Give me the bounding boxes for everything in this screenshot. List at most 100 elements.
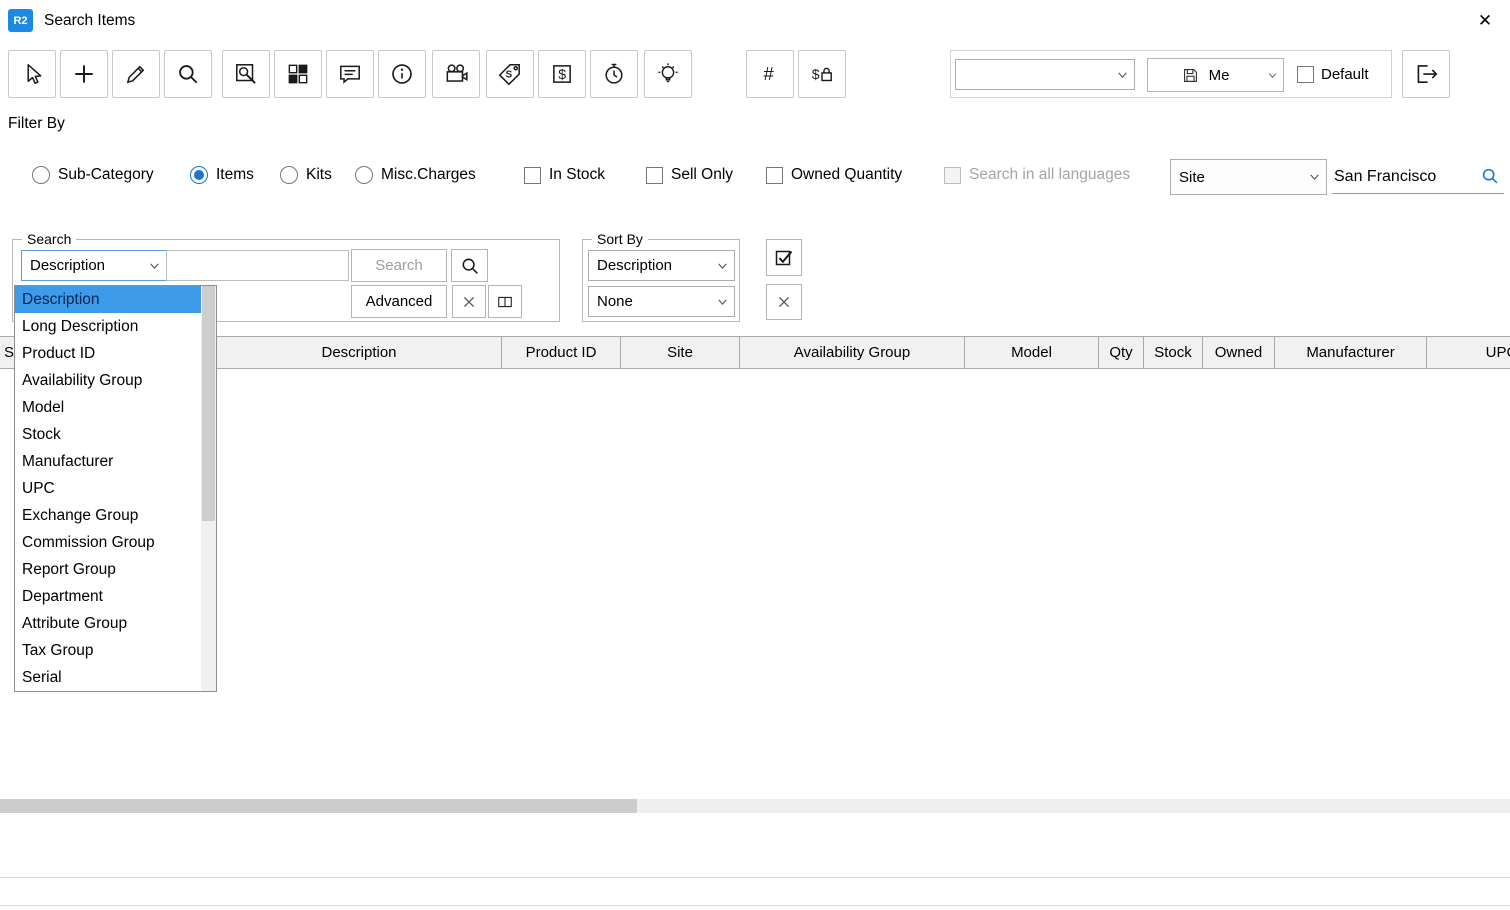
- site-search-icon[interactable]: [1480, 166, 1502, 188]
- horizontal-scrollbar-thumb[interactable]: [0, 799, 637, 813]
- save-view-button[interactable]: Me: [1147, 58, 1263, 92]
- save-icon: [1181, 66, 1200, 85]
- site-filter-combo[interactable]: Site: [1170, 159, 1327, 195]
- svg-text:#: #: [764, 63, 775, 84]
- column-header[interactable]: Model: [965, 336, 1099, 369]
- close-button[interactable]: ✕: [1472, 8, 1498, 34]
- filter-by-label: Filter By: [8, 115, 65, 133]
- camera-button[interactable]: [432, 50, 480, 98]
- dropdown-scrollbar-thumb[interactable]: [202, 286, 215, 521]
- sort-secondary-combo[interactable]: None: [588, 286, 735, 317]
- comment-icon: [337, 61, 363, 87]
- sort-primary-value: Description: [597, 257, 672, 274]
- filter-checkbox[interactable]: Sell Only: [646, 163, 733, 187]
- dropdown-option[interactable]: Manufacturer: [15, 448, 201, 475]
- svg-text:$: $: [812, 66, 820, 82]
- filter-checkbox[interactable]: Search in all languages: [944, 163, 1130, 187]
- sort-clear-button[interactable]: [766, 284, 802, 320]
- dropdown-option[interactable]: Serial: [15, 664, 201, 691]
- timer-button[interactable]: [590, 50, 638, 98]
- filter-checkbox[interactable]: Owned Quantity: [766, 163, 902, 187]
- column-header[interactable]: Owned: [1203, 336, 1275, 369]
- search-field-dropdown-list: Description Long Description Product ID …: [14, 285, 217, 692]
- plus-icon: [71, 61, 97, 87]
- dropdown-option[interactable]: Attribute Group: [15, 610, 201, 637]
- save-view-dropdown[interactable]: [1262, 58, 1284, 92]
- sort-secondary-value: None: [597, 293, 633, 310]
- dropdown-option[interactable]: UPC: [15, 475, 201, 502]
- search-window-button[interactable]: [222, 50, 270, 98]
- dropdown-option[interactable]: Exchange Group: [15, 502, 201, 529]
- dropdown-scrollbar[interactable]: [201, 286, 216, 691]
- exit-button[interactable]: [1402, 50, 1450, 98]
- serial-number-button[interactable]: #: [746, 50, 794, 98]
- results-table-header: S Description Product ID Site Availabili…: [0, 336, 1510, 369]
- column-header[interactable]: Product ID: [502, 336, 621, 369]
- price-lock-button[interactable]: $: [798, 50, 846, 98]
- exit-icon: [1413, 61, 1439, 87]
- default-label: Default: [1321, 66, 1369, 83]
- tag-button[interactable]: S: [486, 50, 534, 98]
- default-checkbox[interactable]: Default: [1297, 66, 1369, 83]
- dropdown-option[interactable]: Product ID: [15, 340, 201, 367]
- dropdown-option[interactable]: Description: [15, 286, 201, 313]
- sort-primary-combo[interactable]: Description: [588, 250, 735, 281]
- dollar-lock-icon: $: [809, 61, 835, 87]
- dollar-badge-icon: $: [549, 61, 575, 87]
- x-icon: [774, 292, 794, 312]
- tips-button[interactable]: [644, 50, 692, 98]
- column-header[interactable]: Qty: [1099, 336, 1144, 369]
- search-query-input[interactable]: [166, 250, 349, 281]
- dropdown-option[interactable]: Tax Group: [15, 637, 201, 664]
- dropdown-option[interactable]: Department: [15, 583, 201, 610]
- dropdown-option[interactable]: Model: [15, 394, 201, 421]
- dropdown-option[interactable]: Stock: [15, 421, 201, 448]
- view-combo[interactable]: [955, 59, 1135, 90]
- search-mag-button[interactable]: [451, 249, 488, 282]
- chevron-down-icon: [716, 295, 729, 308]
- advanced-search-button[interactable]: Advanced: [351, 285, 447, 318]
- chevron-down-icon: [1116, 68, 1129, 81]
- quick-search-button[interactable]: [164, 50, 212, 98]
- search-icon: [459, 255, 481, 277]
- edit-item-button[interactable]: [112, 50, 160, 98]
- dropdown-option[interactable]: Long Description: [15, 313, 201, 340]
- info-button[interactable]: [378, 50, 426, 98]
- dropdown-option[interactable]: Report Group: [15, 556, 201, 583]
- price-tag-s-icon: S: [497, 61, 523, 87]
- search-expand-button[interactable]: [488, 285, 522, 318]
- pointer-tool-button[interactable]: [8, 50, 56, 98]
- checkbox-label: Owned Quantity: [791, 166, 902, 184]
- search-submit-button[interactable]: Search: [351, 249, 447, 282]
- search-window-icon: [233, 61, 259, 87]
- app-logo: R2: [8, 9, 33, 32]
- sort-apply-button[interactable]: [766, 239, 802, 276]
- column-header[interactable]: Site: [621, 336, 740, 369]
- site-search-field[interactable]: San Francisco: [1332, 160, 1504, 194]
- svg-text:S: S: [506, 69, 513, 80]
- column-header[interactable]: Description: [217, 336, 502, 369]
- pointer-icon: [19, 61, 45, 87]
- layout-button[interactable]: [274, 50, 322, 98]
- checkbox-icon: [944, 167, 961, 184]
- chevron-down-icon: [716, 259, 729, 272]
- checkbox-icon: [766, 167, 783, 184]
- notes-button[interactable]: [326, 50, 374, 98]
- add-item-button[interactable]: [60, 50, 108, 98]
- search-field-combo[interactable]: Description: [21, 250, 167, 281]
- column-header[interactable]: Stock: [1144, 336, 1203, 369]
- hash-icon: #: [757, 61, 783, 87]
- column-header[interactable]: Manufacturer: [1275, 336, 1427, 369]
- dropdown-option[interactable]: Commission Group: [15, 529, 201, 556]
- checkbox-label: Search in all languages: [969, 166, 1130, 184]
- search-clear-button[interactable]: [452, 285, 486, 318]
- save-view-label: Me: [1209, 67, 1230, 84]
- column-header[interactable]: UPC: [1427, 336, 1510, 369]
- dropdown-option[interactable]: Availability Group: [15, 367, 201, 394]
- price-button[interactable]: $: [538, 50, 586, 98]
- sort-group-label: Sort By: [592, 231, 648, 247]
- search-group-label: Search: [22, 231, 76, 247]
- column-header[interactable]: Availability Group: [740, 336, 965, 369]
- filter-checkbox[interactable]: In Stock: [524, 163, 605, 187]
- horizontal-scrollbar[interactable]: [0, 799, 1510, 813]
